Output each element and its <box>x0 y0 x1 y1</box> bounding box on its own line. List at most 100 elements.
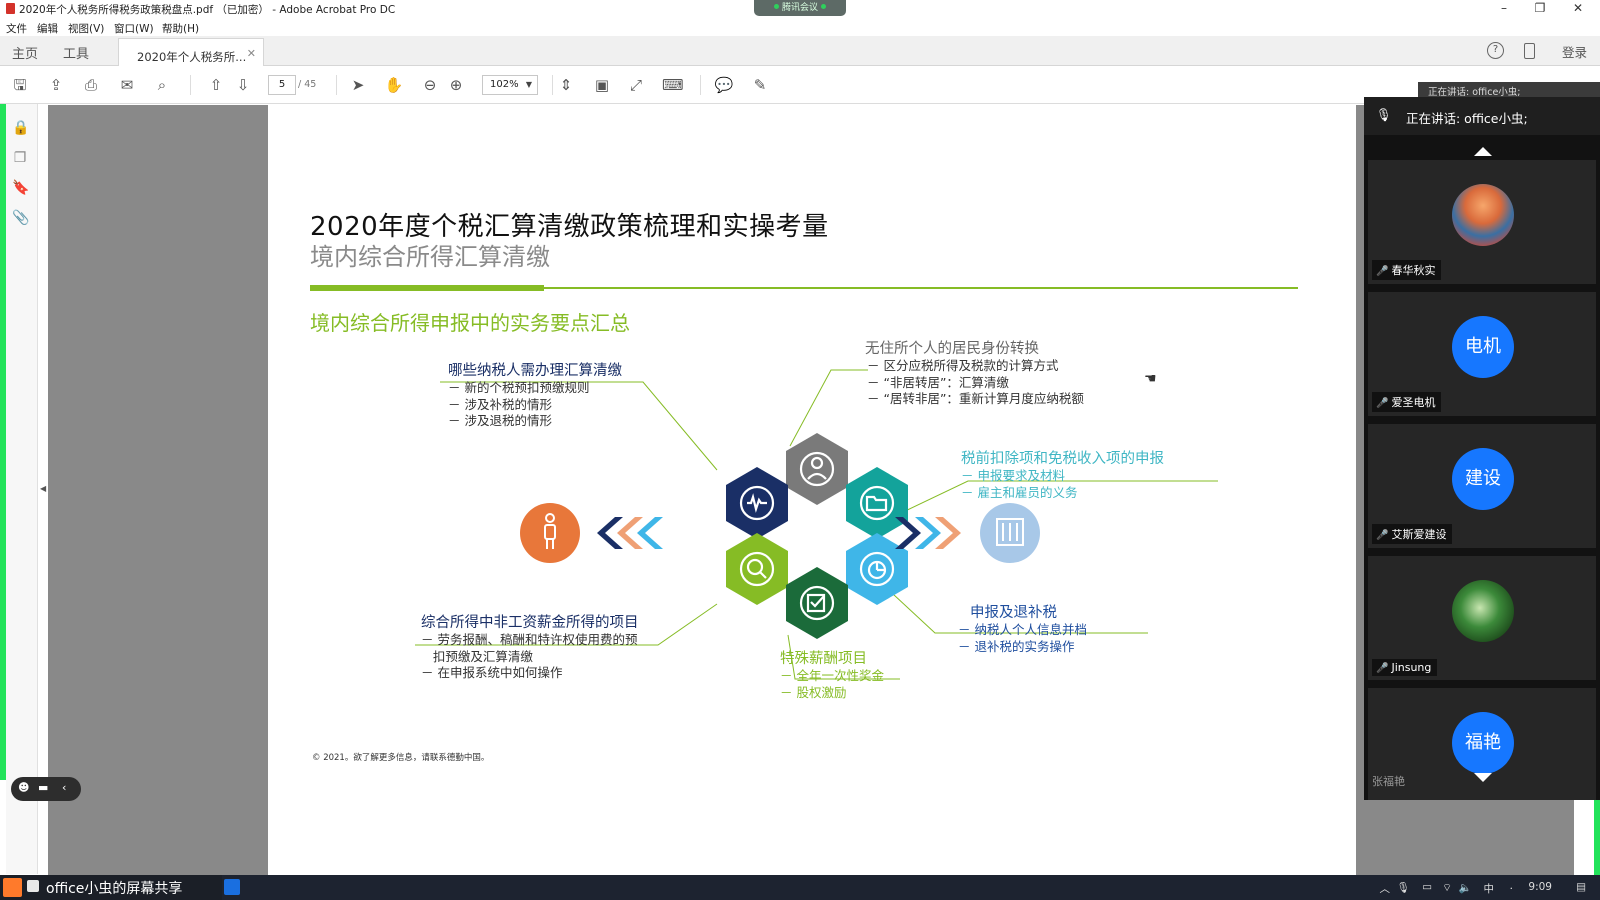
tab-home[interactable]: 主页 <box>12 43 38 62</box>
scroll-down-arrow-icon[interactable] <box>1474 773 1492 782</box>
next-page-icon[interactable]: ⇩ <box>233 76 253 94</box>
block-item: － 雇主和雇员的义务 <box>961 484 1078 500</box>
search-icon[interactable]: ⌕ <box>152 76 172 94</box>
avatar: 建设 <box>1452 448 1514 510</box>
page-number-input[interactable]: 5 <box>268 75 296 95</box>
hand-cursor-icon: ☚ <box>1144 371 1157 387</box>
muted-mic-icon: 🎤 <box>1376 530 1389 541</box>
chevron-left-icon[interactable]: ‹ <box>62 781 66 794</box>
upload-cloud-icon[interactable]: ⇪ <box>46 76 66 94</box>
chat-icon[interactable]: ▬ <box>38 781 48 794</box>
attachment-icon[interactable]: 📎 <box>12 210 29 228</box>
title-bar: 2020年个人税务所得税务政策税盘点.pdf （已加密） - Adobe Acr… <box>0 0 1600 18</box>
block-heading: 无住所个人的居民身份转换 <box>865 341 1039 357</box>
avatar: 福艳 <box>1452 712 1514 774</box>
muted-mic-icon: 🎤 <box>1376 663 1389 674</box>
scroll-up-arrow-icon[interactable] <box>1474 147 1492 156</box>
comment-icon[interactable]: 💬 <box>714 76 734 94</box>
full-screen-icon[interactable]: ⤢ <box>626 76 646 94</box>
bookmark-icon[interactable]: 🔖 <box>12 180 29 198</box>
pdf-app-icon <box>6 3 15 14</box>
tray-mic-icon[interactable]: 🎙 <box>1397 881 1410 894</box>
print-icon[interactable]: ⎙ <box>81 76 101 94</box>
save-icon[interactable]: 🖫 <box>10 76 30 94</box>
pdf-page: 2020年度个税汇算清缴政策梳理和实操考量 境内综合所得汇算清缴 境内综合所得申… <box>268 105 1356 875</box>
close-tab-icon[interactable]: ✕ <box>247 47 256 60</box>
tab-tools[interactable]: 工具 <box>63 43 89 62</box>
folder-hexagon <box>846 467 908 539</box>
tray-expand-icon[interactable]: ︿ <box>1380 881 1391 896</box>
volume-icon[interactable]: 🔈 <box>1459 881 1472 894</box>
network-icon[interactable]: ⌔ <box>1442 881 1452 895</box>
toolbar: 🖫 ⇪ ⎙ ✉ ⌕ ⇧ ⇩ 5 / 45 ➤ ✋ ⊖ ⊕ 102% ▼ ⇕ ▣ ⤢… <box>0 66 1600 104</box>
tab-document[interactable]: 2020年个人税务所... ✕ <box>118 38 264 66</box>
help-icon[interactable]: ? <box>1487 42 1504 59</box>
ime-indicator[interactable]: 中 <box>1484 881 1495 896</box>
page-total: / 45 <box>298 79 317 90</box>
block-item: － 区分应税所得及税款的计算方式 <box>867 358 1059 373</box>
block-item: － 股权激励 <box>780 684 847 700</box>
screen-share-label[interactable]: office小虫的屏幕共享 <box>0 875 222 900</box>
block-residency-change: 无住所个人的居民身份转换 － 区分应税所得及税款的计算方式 － “非居转居”：汇… <box>865 341 1084 408</box>
participant-tile[interactable]: 🎤 春华秋实 <box>1368 160 1596 284</box>
restore-button[interactable]: ❐ <box>1530 1 1550 15</box>
menu-window[interactable]: 窗口(W) <box>114 21 154 36</box>
connector-top-right <box>789 369 868 447</box>
participant-tile[interactable]: 电机 🎤 爱圣电机 <box>1368 292 1596 416</box>
participant-tile[interactable]: 建设 🎤 艾斯爱建设 <box>1368 424 1596 548</box>
menu-file[interactable]: 文件 <box>6 21 27 36</box>
battery-icon[interactable]: ▭ <box>1422 881 1432 893</box>
pen-icon[interactable]: ✎ <box>750 76 770 94</box>
navigation-pane: 🔒 ❐ 🔖 📎 ◀ <box>6 104 46 874</box>
floating-meeting-controls[interactable]: ☻ ▬ ‹ <box>11 777 81 801</box>
minimize-button[interactable]: – <box>1494 1 1514 15</box>
block-heading: 综合所得中非工资薪金所得的项目 <box>421 615 639 631</box>
search-hexagon <box>726 533 788 605</box>
menu-bar: 文件 编辑 视图(V) 窗口(W) 帮助(H) <box>0 18 1600 36</box>
pages-icon[interactable]: ❐ <box>12 150 28 168</box>
previous-page-icon[interactable]: ⇧ <box>206 76 226 94</box>
participant-name: 张福艳 <box>1372 775 1405 788</box>
tab-bar: 主页 工具 2020年个人税务所... ✕ ? 登录 <box>0 36 1600 66</box>
chevron-down-icon: ▼ <box>525 80 532 89</box>
close-window-button[interactable]: ✕ <box>1568 1 1588 15</box>
clock[interactable]: 9:09 <box>1528 881 1552 893</box>
participant-tile[interactable]: 🎤 Jinsung <box>1368 556 1596 680</box>
block-item: － 涉及退税的情形 <box>448 413 552 428</box>
hand-tool-icon[interactable]: ✋ <box>384 76 404 94</box>
block-filing-refund: 申报及退补税 － 纳税人个人信息并档 － 退补税的实务操作 <box>958 605 1087 655</box>
menu-view[interactable]: 视图(V) <box>68 21 104 36</box>
zoom-out-icon[interactable]: ⊖ <box>420 76 440 94</box>
notification-icon[interactable]: ▤ <box>1576 881 1586 893</box>
muted-mic-icon: 🎤 <box>1376 398 1389 409</box>
face-icon[interactable]: ☻ <box>18 781 29 794</box>
keyboard-icon[interactable]: ⌨ <box>662 76 684 94</box>
block-item: － 在申报系统中如何操作 <box>421 665 563 680</box>
login-button[interactable]: 登录 <box>1562 42 1587 61</box>
ime-mode-icon[interactable]: ㆍ <box>1506 881 1516 896</box>
taxpayer-icon <box>520 503 580 563</box>
screen-icon <box>27 880 39 892</box>
window-title: 2020年个人税务所得税务政策税盘点.pdf （已加密） - Adobe Acr… <box>19 4 396 16</box>
zoom-select[interactable]: 102% ▼ <box>482 75 538 95</box>
scroll-mode-icon[interactable]: ⇕ <box>556 76 576 94</box>
zoom-in-icon[interactable]: ⊕ <box>446 76 466 94</box>
block-item: － 劳务报酬、稿酬和特许权使用费的预 <box>421 632 638 647</box>
fit-page-icon[interactable]: ▣ <box>592 76 612 94</box>
block-item: － 新的个税预扣预缴规则 <box>448 380 590 395</box>
block-who-must-file: 哪些纳税人需办理汇算清缴 － 新的个税预扣预缴规则 － 涉及补税的情形 － 涉及… <box>448 363 622 430</box>
menu-help[interactable]: 帮助(H) <box>162 21 199 36</box>
avatar <box>1452 184 1514 246</box>
email-icon[interactable]: ✉ <box>117 76 137 94</box>
left-chevrons <box>597 517 663 549</box>
block-special-compensation: 特殊薪酬项目 － 全年一次性奖金 － 股权激励 <box>780 651 884 701</box>
meeting-app-icon[interactable] <box>224 879 240 895</box>
menu-edit[interactable]: 编辑 <box>37 21 58 36</box>
meeting-status-pill[interactable]: 腾讯会议 <box>754 0 846 16</box>
collapse-pane-icon[interactable]: ◀ <box>40 484 46 493</box>
mobile-link-icon[interactable] <box>1524 43 1535 59</box>
select-cursor-icon[interactable]: ➤ <box>348 76 368 94</box>
lock-icon[interactable]: 🔒 <box>12 120 29 138</box>
block-item: － 退补税的实务操作 <box>958 638 1075 654</box>
block-deductions: 税前扣除项和免税收入项的申报 － 申报要求及材料 － 雇主和雇员的义务 <box>961 451 1164 501</box>
